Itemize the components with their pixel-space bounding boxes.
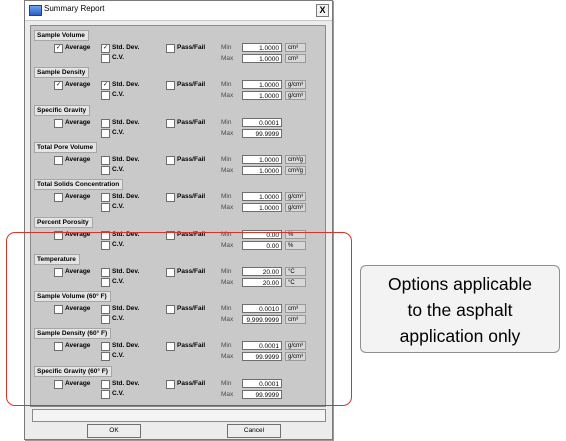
cv-label: C.V. — [112, 203, 125, 211]
average-label: Average — [65, 118, 91, 126]
max-label: Max — [221, 55, 234, 62]
min-field[interactable]: 1.0000 — [242, 154, 282, 164]
section-title: Sample Density — [34, 67, 90, 79]
pass-fail-label: Pass/Fail — [177, 81, 206, 89]
max-unit: g/cm³ — [285, 91, 306, 101]
section-title: Percent Porosity — [34, 216, 93, 228]
section-sample-density: Sample Density ✓ Average ✓ Std. Dev. C.V. Pass… — [34, 67, 322, 101]
callout-line: application only — [399, 326, 521, 346]
std-dev-checkbox[interactable] — [101, 118, 110, 128]
cv-checkbox[interactable] — [101, 91, 110, 101]
average-label: Average — [65, 81, 91, 89]
callout-line: to the asphalt — [407, 300, 513, 320]
cv-label: C.V. — [112, 165, 125, 173]
window-title: Summary Report — [44, 4, 105, 13]
section-title: Specific Gravity — [34, 104, 91, 116]
pass-fail-label: Pass/Fail — [177, 193, 206, 201]
pass-fail-checkbox[interactable] — [166, 81, 175, 91]
title-bar: Summary Report X — [25, 1, 332, 21]
max-label: Max — [221, 92, 234, 100]
std-dev-label: Std. Dev. — [112, 118, 140, 126]
max-unit: g/cm³ — [285, 203, 306, 213]
average-checkbox[interactable] — [54, 155, 63, 165]
max-label: Max — [221, 166, 234, 174]
min-label: Min — [221, 44, 232, 51]
cv-label: C.V. — [112, 91, 125, 99]
pass-fail-checkbox[interactable] — [166, 44, 175, 53]
average-checkbox[interactable]: ✓ — [54, 44, 63, 53]
max-unit: cm³ — [285, 54, 306, 63]
max-field[interactable]: 1.0000 — [242, 54, 282, 63]
pass-fail-label: Pass/Fail — [177, 155, 206, 163]
max-field[interactable]: 1.0000 — [242, 203, 282, 213]
average-checkbox[interactable] — [54, 118, 63, 128]
max-label: Max — [221, 204, 234, 212]
min-label: Min — [221, 81, 232, 89]
section-title: Sample Volume — [34, 30, 89, 41]
max-field[interactable]: 1.0000 — [242, 91, 282, 101]
min-field[interactable]: 0.0001 — [242, 117, 282, 127]
min-field[interactable]: 1.0000 — [242, 192, 282, 202]
max-unit: cm³/g — [285, 165, 306, 175]
asphalt-options-highlight — [6, 232, 352, 406]
section-sample-volume: Sample Volume ✓ Average ✓ Std. Dev. C.V. Pass/… — [34, 30, 322, 63]
cv-checkbox[interactable] — [101, 54, 110, 63]
pass-fail-checkbox[interactable] — [166, 193, 175, 203]
max-field[interactable]: 99.9999 — [242, 128, 282, 138]
cv-checkbox[interactable] — [101, 165, 110, 175]
std-dev-checkbox[interactable] — [101, 155, 110, 165]
std-dev-label: Std. Dev. — [112, 81, 140, 89]
pass-fail-label: Pass/Fail — [177, 118, 206, 126]
min-field[interactable]: 1.0000 — [242, 43, 282, 52]
cv-checkbox[interactable] — [101, 203, 110, 213]
status-bar — [32, 409, 326, 422]
close-button[interactable]: X — [316, 4, 329, 17]
average-checkbox[interactable]: ✓ — [54, 81, 63, 91]
section-title: Total Pore Volume — [34, 141, 98, 153]
pass-fail-checkbox[interactable] — [166, 155, 175, 165]
pass-fail-label: Pass/Fail — [177, 44, 206, 51]
section-title: Total Solids Concentration — [34, 179, 124, 191]
min-label: Min — [221, 118, 232, 126]
section-specific-gravity: Specific Gravity Average Std. Dev. C.V. Pass… — [34, 104, 322, 138]
section-total-solids-concentration: Total Solids Concentration Average Std. De… — [34, 179, 322, 213]
cv-label: C.V. — [112, 128, 125, 136]
callout-line: Options applicable — [388, 274, 532, 294]
average-label: Average — [65, 44, 91, 51]
std-dev-label: Std. Dev. — [112, 193, 140, 201]
min-label: Min — [221, 193, 232, 201]
pass-fail-checkbox[interactable] — [166, 118, 175, 128]
max-label: Max — [221, 129, 234, 137]
std-dev-label: Std. Dev. — [112, 155, 140, 163]
std-dev-checkbox[interactable] — [101, 193, 110, 203]
cancel-button[interactable]: Cancel — [227, 424, 281, 438]
average-label: Average — [65, 155, 91, 163]
min-unit: cm³/g — [285, 154, 306, 164]
min-unit: g/cm³ — [285, 80, 306, 90]
std-dev-label: Std. Dev. — [112, 44, 140, 51]
section-total-pore-volume: Total Pore Volume Average Std. Dev. C.V. Pas… — [34, 141, 322, 175]
min-field[interactable]: 1.0000 — [242, 80, 282, 90]
ok-button[interactable]: OK — [87, 424, 141, 438]
std-dev-checkbox[interactable]: ✓ — [101, 81, 110, 91]
asphalt-options-callout: Options applicable to the asphalt applic… — [360, 265, 560, 353]
cv-checkbox[interactable] — [101, 128, 110, 138]
max-field[interactable]: 1.0000 — [242, 165, 282, 175]
min-unit: g/cm³ — [285, 192, 306, 202]
app-icon — [29, 5, 42, 16]
average-label: Average — [65, 193, 91, 201]
min-label: Min — [221, 155, 232, 163]
std-dev-checkbox[interactable]: ✓ — [101, 44, 110, 53]
min-unit: cm³ — [285, 43, 306, 52]
cv-label: C.V. — [112, 54, 125, 61]
average-checkbox[interactable] — [54, 193, 63, 203]
